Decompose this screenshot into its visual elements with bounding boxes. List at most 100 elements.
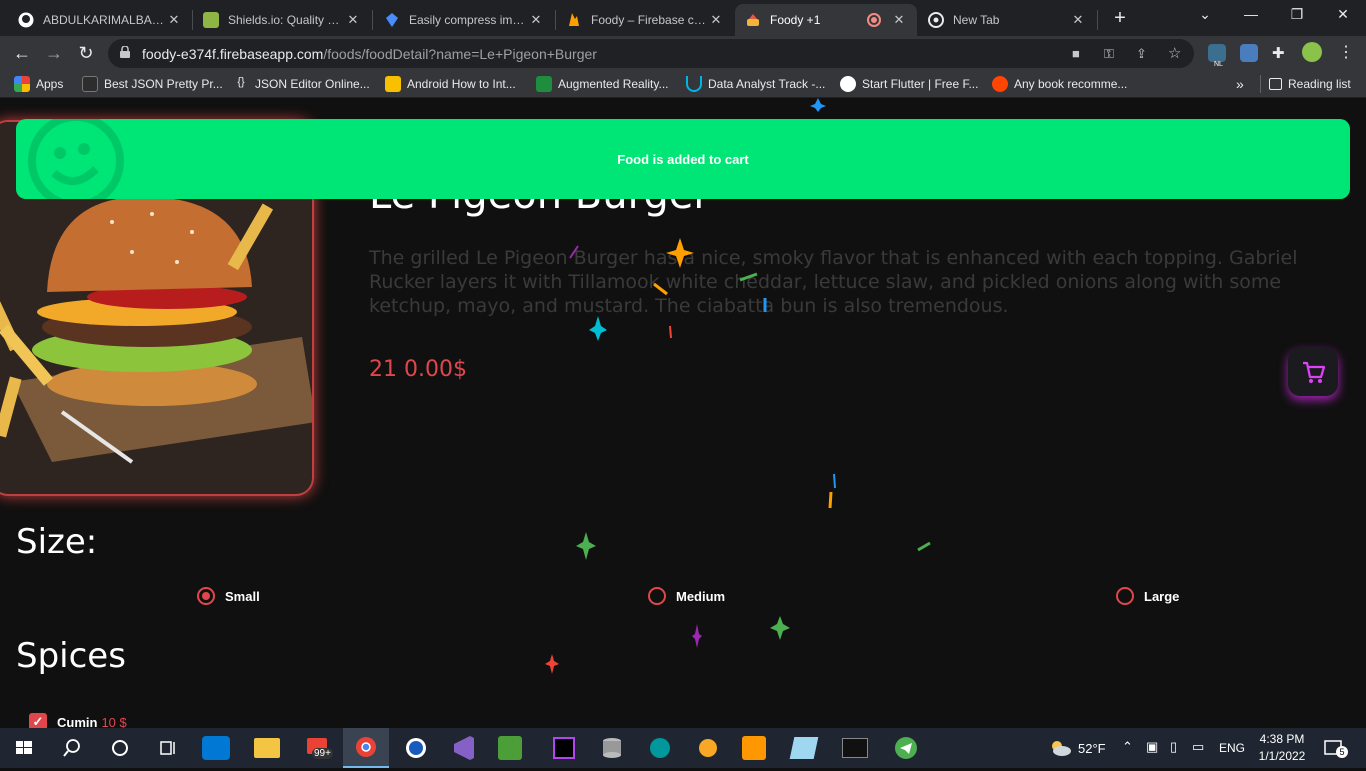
size-option-label: Medium <box>676 588 726 604</box>
radio-unchecked-icon <box>648 587 666 605</box>
close-tab-icon[interactable]: ✕ <box>708 12 724 28</box>
usb-icon[interactable]: ▯ <box>1170 739 1177 755</box>
tab-label: Shields.io: Quality met <box>228 13 345 27</box>
app-icon[interactable] <box>498 736 522 760</box>
bookmark-flutter[interactable]: Start Flutter | Free F... <box>840 75 978 93</box>
tab-newtab[interactable]: New Tab ✕ <box>918 4 1096 36</box>
store-icon[interactable] <box>202 736 230 760</box>
checkbox-checked-icon: ✓ <box>29 713 47 728</box>
more-bookmarks-button[interactable]: » <box>1236 75 1244 93</box>
bookmark-udacity[interactable]: Data Analyst Track -... <box>686 75 825 93</box>
minimize-button[interactable]: — <box>1236 6 1266 22</box>
bookmark-label: Apps <box>36 77 64 91</box>
terminal-icon[interactable] <box>842 738 868 758</box>
bookmark-reddit[interactable]: Any book recomme... <box>992 75 1127 93</box>
confetti-piece <box>576 532 596 560</box>
telegram-icon[interactable] <box>890 732 922 764</box>
close-tab-icon[interactable]: ✕ <box>528 12 544 28</box>
reading-list-button[interactable]: Reading list <box>1260 75 1351 93</box>
bookmark-json-pretty[interactable]: Best JSON Pretty Pr... <box>82 75 223 93</box>
address-bar[interactable]: foody-e374f.firebaseapp.com/foods/foodDe… <box>108 39 1194 68</box>
ar-icon <box>536 76 552 92</box>
notes-app-icon[interactable] <box>789 737 819 759</box>
visual-studio-icon[interactable] <box>448 732 480 764</box>
battery-icon[interactable]: ▭ <box>1192 739 1204 755</box>
bookmark-android[interactable]: Android How to Int... <box>385 75 516 93</box>
braces-icon: {} <box>237 76 245 88</box>
menu-kebab-icon[interactable]: ⋮ <box>1338 42 1354 62</box>
translate-extension-icon[interactable]: NL <box>1208 44 1226 68</box>
puzzle-extensions-icon[interactable]: ✚ <box>1272 44 1285 62</box>
notification-center-icon[interactable]: 5 <box>1318 732 1350 764</box>
tab-divider <box>1097 10 1098 30</box>
maximize-button[interactable]: ❐ <box>1282 6 1312 23</box>
more-bookmarks-label: » <box>1236 76 1244 92</box>
meet-icon[interactable]: ▣ <box>1146 739 1158 755</box>
new-tab-button[interactable]: + <box>1108 7 1132 31</box>
close-tab-icon[interactable]: ✕ <box>891 12 907 28</box>
size-option-large[interactable]: Large <box>1116 587 1179 605</box>
confetti-piece <box>669 325 672 339</box>
weather-icon[interactable] <box>1044 732 1076 764</box>
url-text: foody-e374f.firebaseapp.com/foods/foodDe… <box>142 46 597 62</box>
bookmark-star-icon[interactable]: ☆ <box>1168 44 1181 62</box>
file-explorer-icon[interactable] <box>254 738 280 758</box>
back-button[interactable]: ← <box>8 40 36 66</box>
key-icon[interactable]: ⚿ <box>1104 46 1114 62</box>
profile-avatar[interactable] <box>1302 42 1322 62</box>
bookmark-label: JSON Editor Online... <box>255 77 370 91</box>
tab-compress[interactable]: Easily compress image ✕ <box>374 4 554 36</box>
tab-search-icon[interactable]: ⌄ <box>1190 6 1220 23</box>
tab-shields[interactable]: Shields.io: Quality met ✕ <box>193 4 371 36</box>
bookmark-ar[interactable]: Augmented Reality... <box>536 75 669 93</box>
bookmark-label: Android How to Int... <box>407 77 516 91</box>
weather-temp: 52°F <box>1078 741 1106 756</box>
confetti-piece <box>692 624 702 648</box>
chrome-taskbar-icon[interactable] <box>343 728 389 768</box>
size-option-small[interactable]: Small <box>197 587 260 605</box>
radio-checked-icon <box>197 587 215 605</box>
confetti-piece <box>545 654 559 674</box>
forward-button[interactable]: → <box>40 40 68 66</box>
tab-foody-active[interactable]: Foody +1 ✕ <box>735 4 917 36</box>
bookmark-apps[interactable]: Apps <box>14 75 63 93</box>
close-tab-icon[interactable]: ✕ <box>166 12 182 28</box>
arduino-icon[interactable] <box>644 732 676 764</box>
phpstorm-icon[interactable] <box>548 732 580 764</box>
share-icon[interactable]: ⇪ <box>1136 46 1147 62</box>
gmail-icon[interactable]: 99+ <box>304 732 336 764</box>
browser-toolbar: ← → ↻ foody-e374f.firebaseapp.com/foods/… <box>0 36 1366 70</box>
task-view-icon[interactable] <box>152 732 184 764</box>
sublime-icon[interactable] <box>742 736 766 760</box>
reload-button[interactable]: ↻ <box>72 40 100 66</box>
tab-github[interactable]: ABDULKARIMALBAIK/ ✕ <box>8 4 192 36</box>
snail-app-icon[interactable] <box>692 732 724 764</box>
word-icon[interactable] <box>400 732 432 764</box>
clock-date[interactable]: 1/1/2022 <box>1258 749 1306 763</box>
size-option-medium[interactable]: Medium <box>648 587 725 605</box>
url-host: foody-e374f.firebaseapp.com <box>142 46 324 62</box>
close-tab-icon[interactable]: ✕ <box>345 12 361 28</box>
extension-icon[interactable] <box>1240 44 1258 62</box>
camera-icon[interactable]: ■ <box>1072 46 1080 61</box>
close-window-button[interactable]: ✕ <box>1328 6 1358 23</box>
cortana-icon[interactable] <box>104 732 136 764</box>
reading-list-icon <box>1269 78 1282 90</box>
close-tab-icon[interactable]: ✕ <box>1070 12 1086 28</box>
confetti-piece <box>569 245 579 259</box>
spice-label: Cumin <box>57 714 98 729</box>
spice-item-cumin[interactable]: ✓ Cumin 10 $ <box>29 713 127 728</box>
search-icon[interactable] <box>56 732 88 764</box>
bookmark-label: Any book recomme... <box>1014 77 1128 91</box>
size-option-label: Large <box>1144 588 1180 604</box>
clock-time[interactable]: 4:38 PM <box>1258 732 1306 746</box>
confetti-piece <box>666 238 694 268</box>
shields-icon <box>203 12 219 28</box>
tray-chevron-icon[interactable]: ⌃ <box>1122 739 1133 755</box>
windows-start-icon[interactable] <box>8 732 40 764</box>
language-indicator[interactable]: ENG <box>1219 741 1245 755</box>
bookmark-json-editor[interactable]: {} JSON Editor Online... <box>233 75 370 93</box>
database-icon[interactable] <box>596 732 628 764</box>
tab-firebase[interactable]: Foody – Firebase cons ✕ <box>556 4 734 36</box>
recording-icon <box>867 13 881 27</box>
